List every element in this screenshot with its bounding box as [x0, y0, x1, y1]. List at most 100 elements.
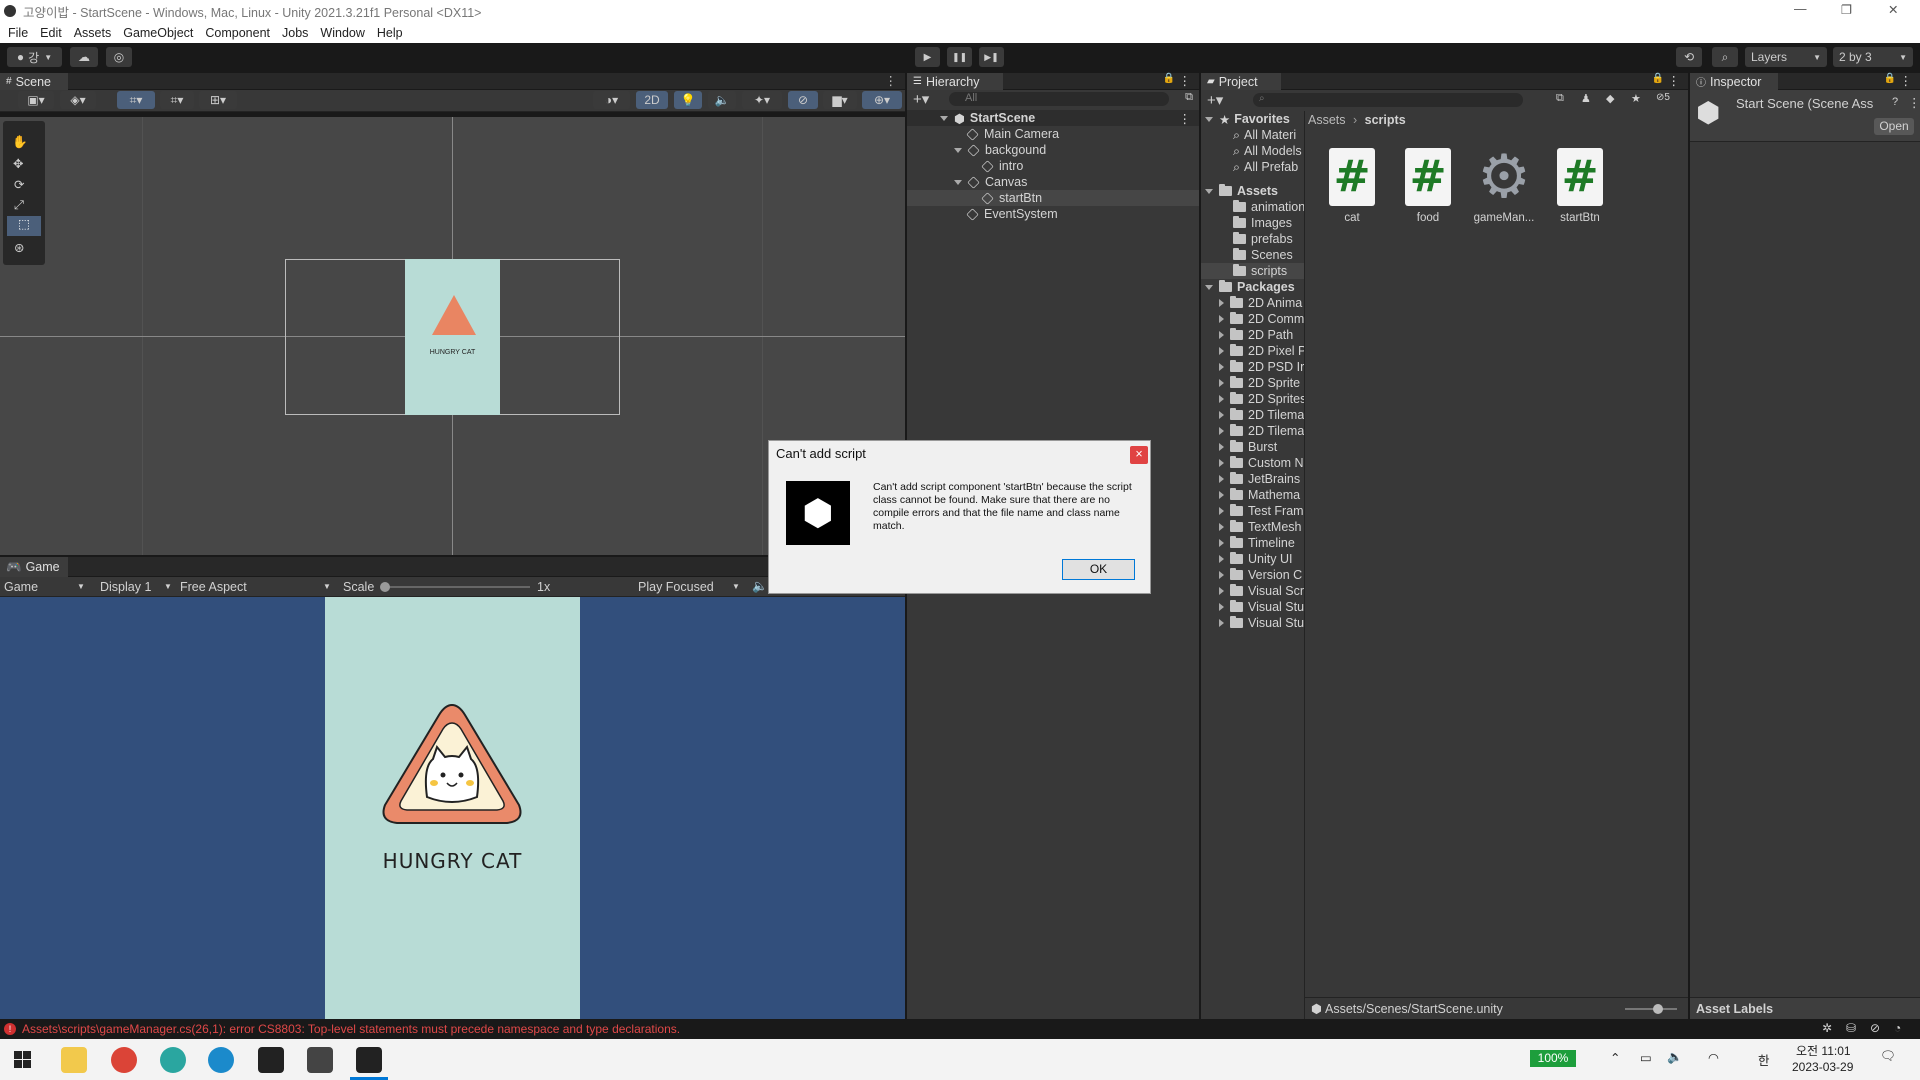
package-folder[interactable]: Visual Stu [1201, 615, 1304, 631]
aspect-dropdown[interactable]: Free Aspect [180, 580, 247, 594]
open-button[interactable]: Open [1874, 118, 1914, 135]
package-folder[interactable]: 2D PSD Ir [1201, 359, 1304, 375]
volume-icon[interactable]: 🔈 [1667, 1050, 1683, 1065]
align-button[interactable]: ⊞▾ [199, 91, 237, 109]
menu-assets[interactable]: Assets [74, 26, 112, 40]
hand-tool-icon[interactable]: ✋ [12, 135, 28, 150]
favorites-item[interactable]: ⌕ All Prefab [1201, 159, 1298, 175]
menu-component[interactable]: Component [205, 26, 270, 40]
dialog-close-button[interactable]: × [1130, 446, 1148, 464]
menu-window[interactable]: Window [320, 26, 364, 40]
package-folder[interactable]: 2D Tilema [1201, 423, 1304, 439]
package-folder[interactable]: Visual Stu [1201, 599, 1304, 615]
assets-folder[interactable]: Scenes [1201, 247, 1293, 263]
2d-toggle[interactable]: 2D [636, 91, 668, 109]
draw-mode-dropdown[interactable]: ▣▾ [18, 91, 54, 109]
add-button[interactable]: +▾ [1207, 91, 1223, 109]
kebab-menu-icon[interactable]: ⋮ [1179, 73, 1192, 88]
history-button[interactable]: ⟲ [1676, 47, 1702, 67]
package-folder[interactable]: 2D Sprite [1201, 375, 1300, 391]
notification-icon[interactable]: 🗨 [1880, 1049, 1896, 1064]
lock-icon[interactable]: 🔒 [1163, 73, 1175, 84]
add-button[interactable]: +▾ [913, 90, 929, 108]
asset-item[interactable]: ⚙ gameMan... [1473, 147, 1535, 225]
packages-header[interactable]: Packages [1201, 279, 1295, 295]
hierarchy-item[interactable]: startBtn [907, 190, 1199, 206]
search-by-type-icon[interactable]: ⧉ [1556, 92, 1564, 105]
chevron-up-icon[interactable]: ⌃ [1610, 1050, 1620, 1065]
menu-gameobject[interactable]: GameObject [123, 26, 193, 40]
package-folder[interactable]: 2D Anima [1201, 295, 1302, 311]
render-mode-dropdown[interactable]: ◈▾ [60, 91, 96, 109]
menu-jobs[interactable]: Jobs [282, 26, 308, 40]
assets-folder[interactable]: Images [1201, 215, 1292, 231]
debug-off-icon[interactable]: ⊘ [1870, 1021, 1880, 1035]
unity-editor-icon[interactable] [356, 1047, 382, 1073]
package-folder[interactable]: Unity UI [1201, 551, 1292, 567]
ime-icon[interactable]: 한 [1758, 1050, 1770, 1069]
console-error-message[interactable]: Assets\scripts\gameManager.cs(26,1): err… [22, 1022, 680, 1036]
package-folder[interactable]: Visual Scr [1201, 583, 1304, 599]
help-icon[interactable]: ? [1892, 96, 1898, 108]
rotate-tool-icon[interactable]: ⟳ [14, 177, 24, 192]
layout-dropdown[interactable]: 2 by 3 ▼ [1833, 47, 1913, 67]
hierarchy-scene-row[interactable]: ⬢ StartScene ⋮ [907, 110, 1199, 126]
app-icon[interactable] [160, 1047, 186, 1073]
label-icon[interactable]: ◆ [1606, 92, 1614, 105]
battery-icon[interactable]: ▭ [1640, 1050, 1652, 1065]
lock-icon[interactable]: 🔒 [1652, 73, 1664, 84]
package-folder[interactable]: TextMesh [1201, 519, 1302, 535]
tab-project[interactable]: ▰ Project [1201, 73, 1281, 90]
display-dropdown[interactable]: Display 1 [100, 580, 151, 594]
assets-folder-selected[interactable]: scripts [1201, 263, 1304, 279]
rect-tool-icon[interactable]: ⬚ [7, 216, 41, 236]
assets-folder[interactable]: prefabs [1201, 231, 1293, 247]
close-button[interactable]: ✕ [1888, 2, 1898, 17]
increment-snap-button[interactable]: ⌗▾ [160, 91, 194, 109]
move-tool-icon[interactable]: ✥ [13, 156, 23, 171]
hierarchy-search-input[interactable]: All [949, 92, 1169, 106]
package-folder[interactable]: 2D Sprites [1201, 391, 1304, 407]
scene-visibility-icon[interactable]: ⧉ [1185, 91, 1193, 104]
project-search-input[interactable]: ⌕ [1253, 93, 1523, 107]
edge-icon[interactable] [208, 1047, 234, 1073]
package-folder[interactable]: Version C [1201, 567, 1302, 583]
asset-item[interactable]: # startBtn [1549, 148, 1611, 224]
hierarchy-item[interactable]: Canvas [907, 174, 1027, 190]
hierarchy-item[interactable]: Main Camera [907, 126, 1059, 142]
scale-tool-icon[interactable]: ⤢ [14, 198, 24, 213]
kebab-menu-icon[interactable]: ⋮ [1900, 73, 1913, 88]
status-check-icon[interactable]: ◔ [1894, 1021, 1901, 1035]
play-button[interactable]: ▶ [915, 47, 940, 67]
hierarchy-item[interactable]: backgound [907, 142, 1046, 158]
lock-icon[interactable]: 🔒 [1884, 73, 1896, 84]
menu-edit[interactable]: Edit [40, 26, 62, 40]
clock-time[interactable]: 오전 11:01 [1796, 1042, 1851, 1059]
lighting-toggle[interactable]: 💡 [674, 91, 702, 109]
package-folder[interactable]: Mathema [1201, 487, 1300, 503]
asset-item[interactable]: # cat [1321, 148, 1383, 224]
cloud-button[interactable]: ☁ [70, 47, 98, 67]
breadcrumb-scripts[interactable]: scripts [1365, 113, 1406, 127]
hierarchy-item[interactable]: EventSystem [907, 206, 1058, 222]
audio-toggle[interactable]: 🔈 [708, 91, 736, 109]
breadcrumb-assets[interactable]: Assets [1308, 113, 1346, 127]
package-folder[interactable]: Custom N [1201, 455, 1304, 471]
package-folder[interactable]: Timeline [1201, 535, 1295, 551]
grid-snap-button[interactable]: ⌗▾ [117, 91, 155, 109]
filter-type-icon[interactable]: ♟ [1581, 92, 1591, 105]
cache-server-icon[interactable]: ⛁ [1846, 1021, 1856, 1035]
tab-game[interactable]: 🎮 Game [0, 557, 68, 577]
kebab-menu-icon[interactable]: ⋮ [1908, 95, 1920, 110]
transform-tool-icon[interactable]: ⊛ [14, 240, 24, 255]
assets-folder[interactable]: animation [1201, 199, 1304, 215]
icon-size-slider-thumb[interactable] [1653, 1004, 1663, 1014]
file-explorer-icon[interactable] [61, 1047, 87, 1073]
favorites-item[interactable]: ⌕ All Models [1201, 143, 1302, 159]
play-focused-dropdown[interactable]: Play Focused [638, 580, 714, 594]
hidden-packages-icon[interactable]: ⊘5 [1656, 92, 1670, 103]
gizmos-dropdown[interactable]: ⊕▾ [862, 91, 902, 109]
tab-scene[interactable]: # Scene [0, 73, 68, 90]
step-button[interactable]: ▶❚ [979, 47, 1004, 67]
visibility-toggle[interactable]: ⊘ [788, 91, 818, 109]
